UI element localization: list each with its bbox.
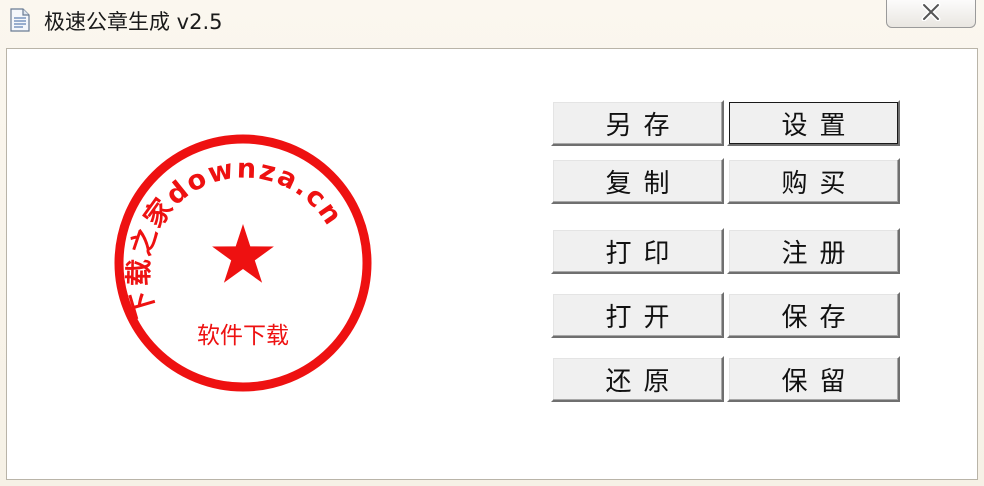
close-button[interactable] — [886, 0, 976, 28]
print-button[interactable]: 打印 — [551, 228, 724, 274]
restore-button[interactable]: 还原 — [551, 356, 724, 402]
window-title: 极速公章生成 v2.5 — [44, 10, 223, 34]
save-as-button[interactable]: 另存 — [551, 100, 724, 146]
document-icon — [10, 8, 30, 32]
copy-button[interactable]: 复制 — [551, 158, 724, 204]
app-window: 极速公章生成 v2.5 下载之家downza.cn 软件下载 另存 设置 复制 购买打… — [0, 0, 984, 486]
settings-button[interactable]: 设置 — [727, 100, 900, 146]
company-seal: 下载之家downza.cn 软件下载 — [114, 134, 372, 392]
open-button[interactable]: 打开 — [551, 292, 724, 338]
save-button[interactable]: 保存 — [727, 292, 900, 338]
keep-button[interactable]: 保留 — [727, 356, 900, 402]
title-bar[interactable]: 极速公章生成 v2.5 — [0, 0, 984, 42]
seal-bottom-text: 软件下载 — [197, 323, 289, 349]
buy-button[interactable]: 购买 — [727, 158, 900, 204]
star-icon — [212, 224, 274, 283]
register-button[interactable]: 注册 — [727, 228, 900, 274]
close-icon — [921, 2, 941, 21]
